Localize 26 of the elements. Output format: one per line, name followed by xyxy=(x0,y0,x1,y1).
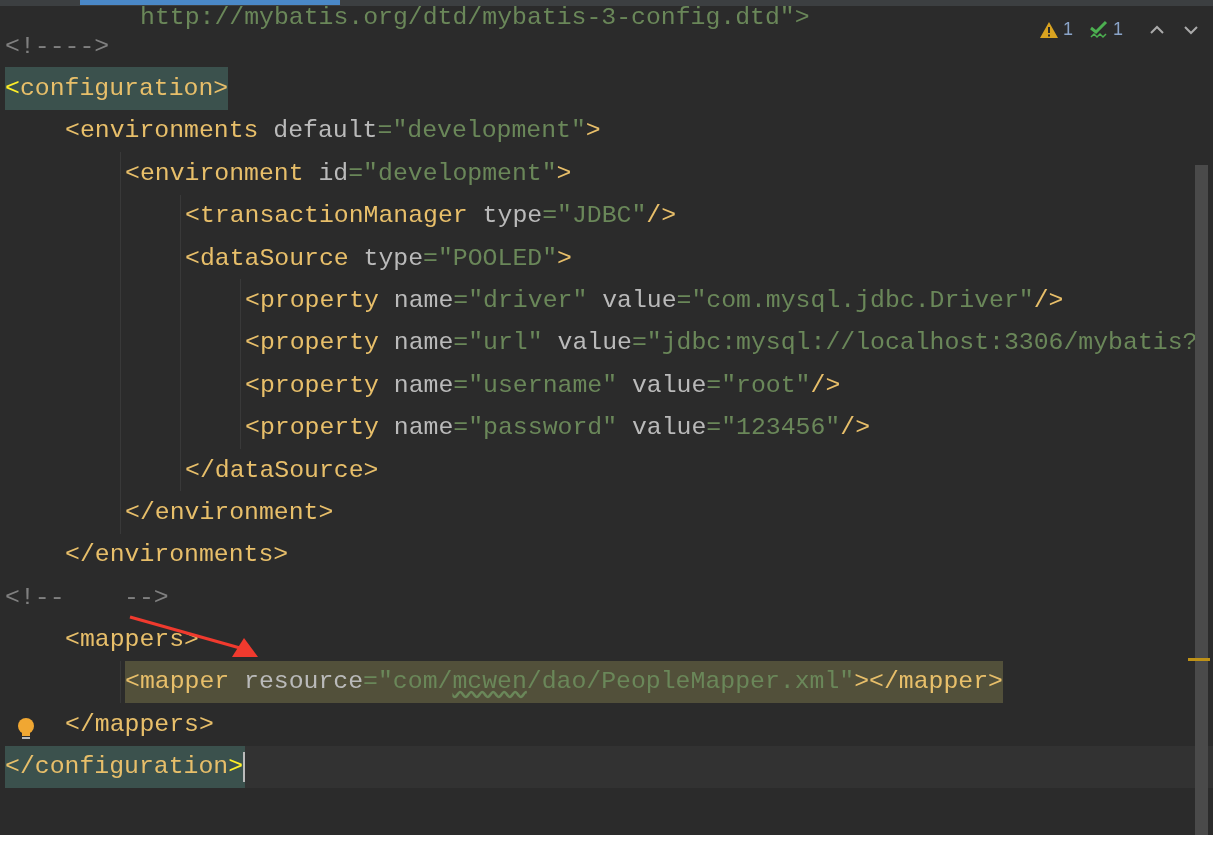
code-line: </mappers> xyxy=(65,708,214,740)
chevron-up-icon[interactable] xyxy=(1149,24,1165,35)
warning-count: 1 xyxy=(1062,18,1073,41)
scrollbar-thumb[interactable] xyxy=(1195,165,1208,835)
code-line: <transactionManager type="JDBC"/> xyxy=(185,200,677,232)
code-line: </dataSource> xyxy=(185,454,379,486)
check-icon[interactable] xyxy=(1089,19,1109,40)
code-line: <environments default="development"> xyxy=(65,115,601,147)
typo-count: 1 xyxy=(1113,18,1123,41)
code-line: http://mybatis.org/dtd/mybatis-3-config.dtd"> xyxy=(140,6,810,28)
code-editor[interactable] xyxy=(0,0,1213,835)
code-line: </environment> xyxy=(125,496,334,528)
code-line: <property name="password" value="123456"/> xyxy=(245,412,871,444)
code-line: <property name="username" value="root"/> xyxy=(245,369,841,401)
code-line: </environments> xyxy=(65,539,289,571)
code-line: <mappers> xyxy=(65,624,199,656)
code-line: <!-- --> xyxy=(5,581,169,613)
code-line: <property name="driver" value="com.mysql.jdbc.Driver"/> xyxy=(245,284,1064,316)
lightbulb-icon[interactable] xyxy=(17,717,35,741)
code-line: <environment id="development"> xyxy=(125,157,572,189)
warning-marker[interactable] xyxy=(1188,658,1210,661)
code-line: <dataSource type="POOLED"> xyxy=(185,242,572,274)
code-line: <property name="url" value="jdbc:mysql://localhost:3306/mybatis? xyxy=(245,327,1198,359)
chevron-down-icon[interactable] xyxy=(1183,24,1199,35)
warning-icon[interactable] xyxy=(1038,20,1059,39)
code-line: <!----> xyxy=(5,30,110,62)
